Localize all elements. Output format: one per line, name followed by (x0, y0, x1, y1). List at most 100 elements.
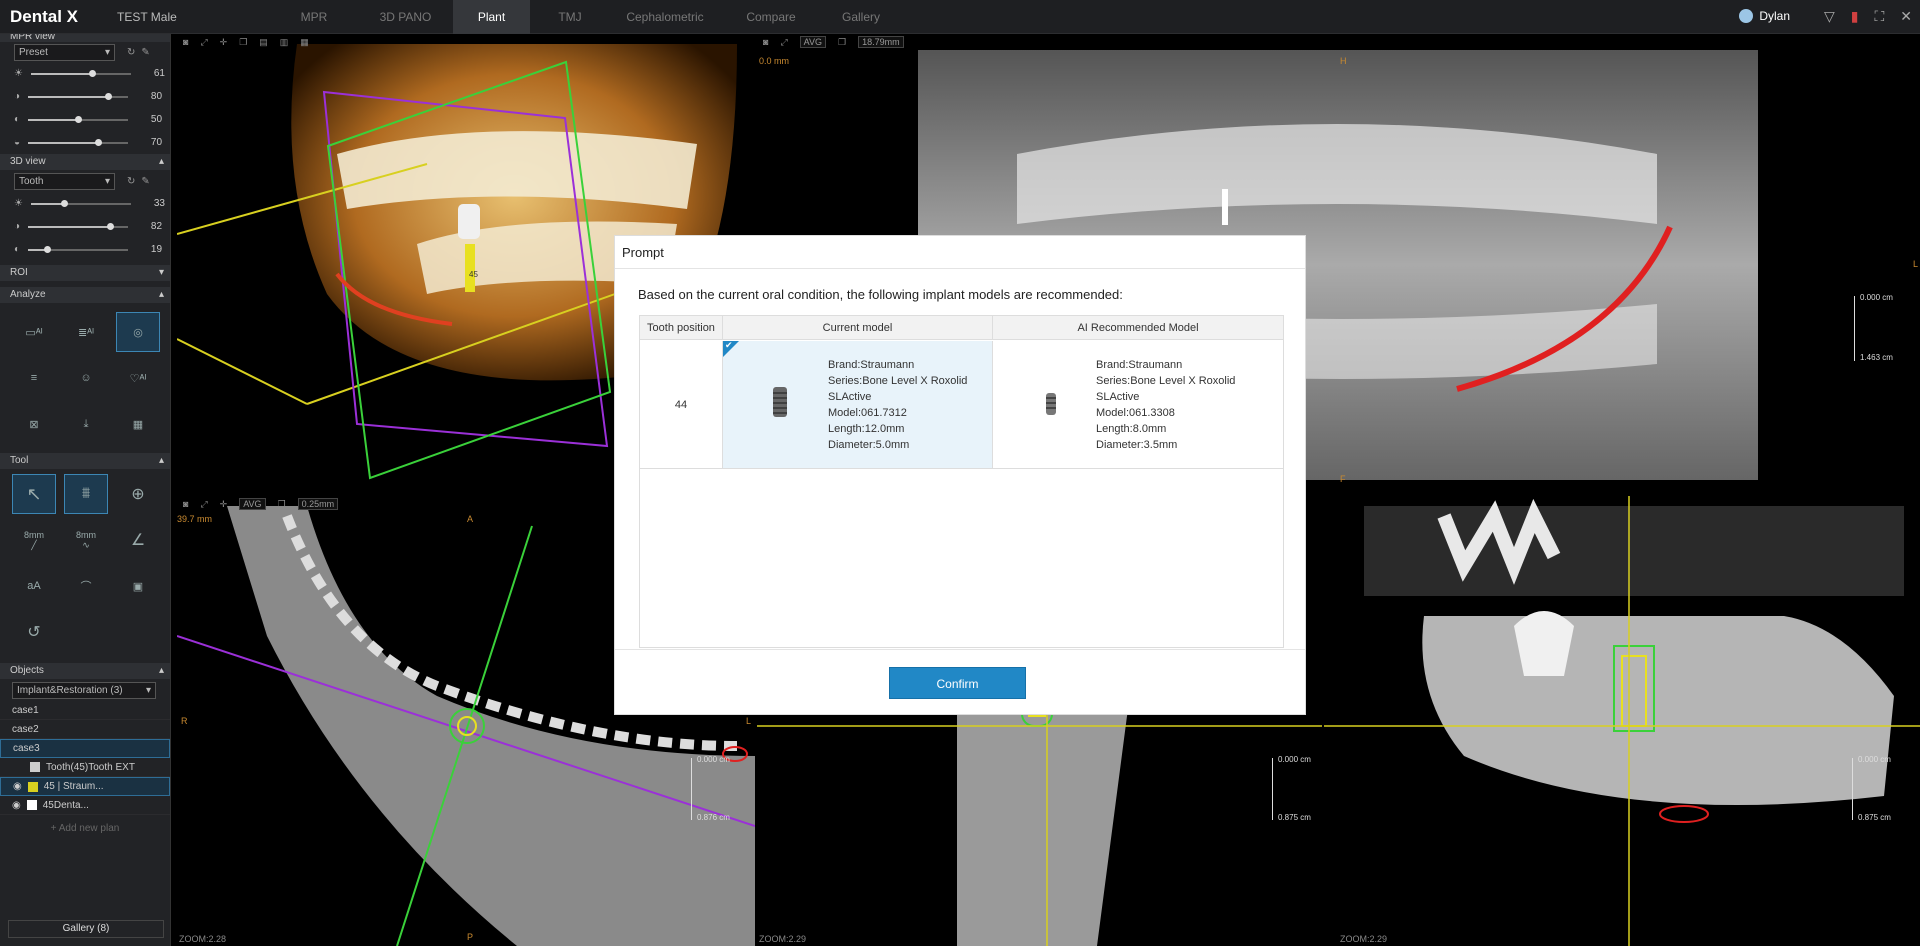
edit-icon[interactable]: ✎ (141, 47, 149, 58)
thickness-select[interactable]: 18.79mm (858, 36, 904, 48)
eye-icon[interactable]: ◉ (13, 781, 22, 792)
slider-handle[interactable] (107, 222, 115, 230)
cross-section-icon[interactable]: ⩩ (64, 474, 108, 514)
view3d-slider[interactable] (28, 245, 129, 253)
expand-icon[interactable]: ▾ (159, 265, 164, 281)
current-model-cell[interactable]: ✔ Brand:Straumann Series:Bone Level X Rox… (723, 340, 993, 469)
view3d-slider[interactable] (30, 199, 131, 207)
screenshot-icon[interactable]: ▣ (116, 566, 160, 606)
tab-cephalometric[interactable]: Cephalometric (610, 0, 720, 34)
collapse-icon[interactable]: ▴ (159, 154, 164, 170)
collapse-icon[interactable]: ▴ (159, 453, 164, 469)
objects-header[interactable]: Objects ▴ (0, 663, 170, 679)
close-icon[interactable]: ✕ (1900, 8, 1912, 25)
collapse-icon[interactable]: ▴ (159, 287, 164, 303)
slider-handle[interactable] (44, 245, 52, 253)
slider-handle[interactable] (88, 69, 96, 77)
ai-canal-icon[interactable]: ≣ᴬᴵ (64, 312, 108, 352)
analyze-header[interactable]: Analyze ▴ (0, 287, 170, 303)
object-item[interactable]: Tooth(45)Tooth EXT (0, 758, 170, 777)
pointer-icon[interactable]: ↖ (12, 474, 56, 514)
slider-handle[interactable] (105, 92, 113, 100)
case-row[interactable]: case3 (0, 739, 170, 758)
add-plan-button[interactable]: + Add new plan (0, 823, 170, 834)
tab-mpr[interactable]: MPR (270, 0, 358, 34)
copy-icon[interactable]: ❐ (278, 499, 286, 510)
export-icon[interactable]: ▦ (300, 37, 309, 48)
ai-model-cell[interactable]: Brand:Straumann Series:Bone Level X Roxol… (993, 341, 1283, 469)
copy-icon[interactable]: ❐ (239, 37, 247, 48)
render-mode-select[interactable]: AVG (799, 36, 826, 48)
object-item[interactable]: ◉ 45 | Straum... (0, 777, 170, 796)
edit-icon[interactable]: ✎ (141, 176, 149, 187)
tool-header[interactable]: Tool ▴ (0, 453, 170, 469)
mpr-slider-value: 50 (150, 114, 163, 125)
mpr-view-header[interactable]: MPR view (0, 34, 170, 42)
tab-tmj[interactable]: TMJ (530, 0, 610, 34)
roi-header[interactable]: ROI ▾ (0, 265, 170, 281)
text-annotation-icon[interactable]: aA (12, 566, 56, 606)
sagittal-view[interactable]: 0.000 cm 0.875 cm ZOOM:2.29 (1324, 496, 1920, 946)
gallery-button[interactable]: Gallery (8) (8, 920, 164, 938)
curve-ruler-icon[interactable]: 8mm ∿ (64, 520, 108, 560)
undo-icon[interactable]: ↺ (12, 612, 56, 652)
slider-handle[interactable] (95, 138, 103, 146)
reset-icon[interactable]: ↻ (127, 47, 135, 58)
confirm-button[interactable]: Confirm (889, 667, 1026, 699)
mpr-preset-select[interactable]: Preset (14, 43, 115, 61)
save-icon[interactable]: ▤ (259, 37, 268, 48)
nerve-icon[interactable]: ⌒ (64, 566, 108, 606)
object-item[interactable]: ◉ 45Denta... (0, 796, 170, 815)
tab-3d-pano[interactable]: 3D PANO (358, 0, 453, 34)
crosshair-icon[interactable]: ✛ (220, 499, 228, 510)
tab-compare[interactable]: Compare (720, 0, 822, 34)
angle-icon[interactable]: ∠ (116, 520, 160, 560)
objects-filter-select[interactable]: Implant&Restoration (3) (12, 681, 156, 699)
bone-density-icon[interactable]: ≡ (12, 358, 56, 398)
crosshair-icon[interactable]: ✛ (220, 37, 228, 48)
slider-handle[interactable] (60, 199, 68, 207)
camera-icon[interactable]: ◙ (183, 499, 188, 509)
chart-icon[interactable]: ▮ (1851, 8, 1859, 25)
ai-crown-icon[interactable]: ♡ᴬᴵ (116, 358, 160, 398)
slider-handle[interactable] (75, 115, 83, 123)
collapse-icon[interactable]: ▴ (159, 663, 164, 679)
case-row[interactable]: case2 (0, 720, 170, 739)
user-menu[interactable]: Dylan (1739, 9, 1790, 23)
3d-view-header[interactable]: 3D view ▴ (0, 154, 170, 170)
mpr-slider[interactable] (30, 69, 131, 77)
mpr-slider-row: ◐ 50 (0, 108, 170, 131)
implant-plan-icon[interactable]: ◎ (116, 312, 160, 352)
expand-icon[interactable]: ⤢ (200, 499, 207, 510)
mpr-slider[interactable] (28, 138, 129, 146)
reset-icon[interactable]: ↻ (127, 176, 135, 187)
mpr-slider[interactable] (28, 115, 129, 123)
copy-icon[interactable]: ❐ (838, 37, 846, 48)
filter-icon[interactable]: ▽ (1824, 8, 1835, 25)
render-mode-select[interactable]: AVG (239, 498, 266, 510)
case-row[interactable]: case1 (0, 701, 170, 720)
import-icon[interactable]: ⤓ (64, 404, 108, 444)
fullscreen-icon[interactable]: ⛶ (1874, 8, 1884, 25)
3d-preset-select[interactable]: Tooth (14, 172, 115, 190)
zoom-icon[interactable]: ⊕ (116, 474, 160, 514)
dialog-title: Prompt (615, 236, 1305, 269)
camera-icon[interactable]: ◙ (763, 37, 768, 47)
expand-icon[interactable]: ⤢ (780, 37, 787, 48)
tab-gallery[interactable]: Gallery (822, 0, 900, 34)
camera-icon[interactable]: ◙ (183, 37, 188, 47)
tab-plant[interactable]: Plant (453, 0, 530, 34)
axial-scale: 0.000 cm 0.876 cm (691, 755, 730, 822)
eye-icon[interactable]: ◉ (12, 800, 21, 811)
ruler-icon[interactable]: 8mm ╱ (12, 520, 56, 560)
ai-tooth-seg-icon[interactable]: ▭ᴬᴵ (12, 312, 56, 352)
view3d-slider[interactable] (28, 222, 129, 230)
remove-icon[interactable]: ⊠ (12, 404, 56, 444)
mpr-slider[interactable] (28, 92, 129, 100)
thickness-select[interactable]: 0.25mm (297, 498, 339, 510)
face-scan-icon[interactable]: ☺ (64, 358, 108, 398)
app-logo: Dental X (10, 6, 79, 26)
layout-icon[interactable]: ▥ (280, 37, 289, 48)
ai-export-icon[interactable]: ▦ (116, 404, 160, 444)
expand-icon[interactable]: ⤢ (200, 37, 207, 48)
